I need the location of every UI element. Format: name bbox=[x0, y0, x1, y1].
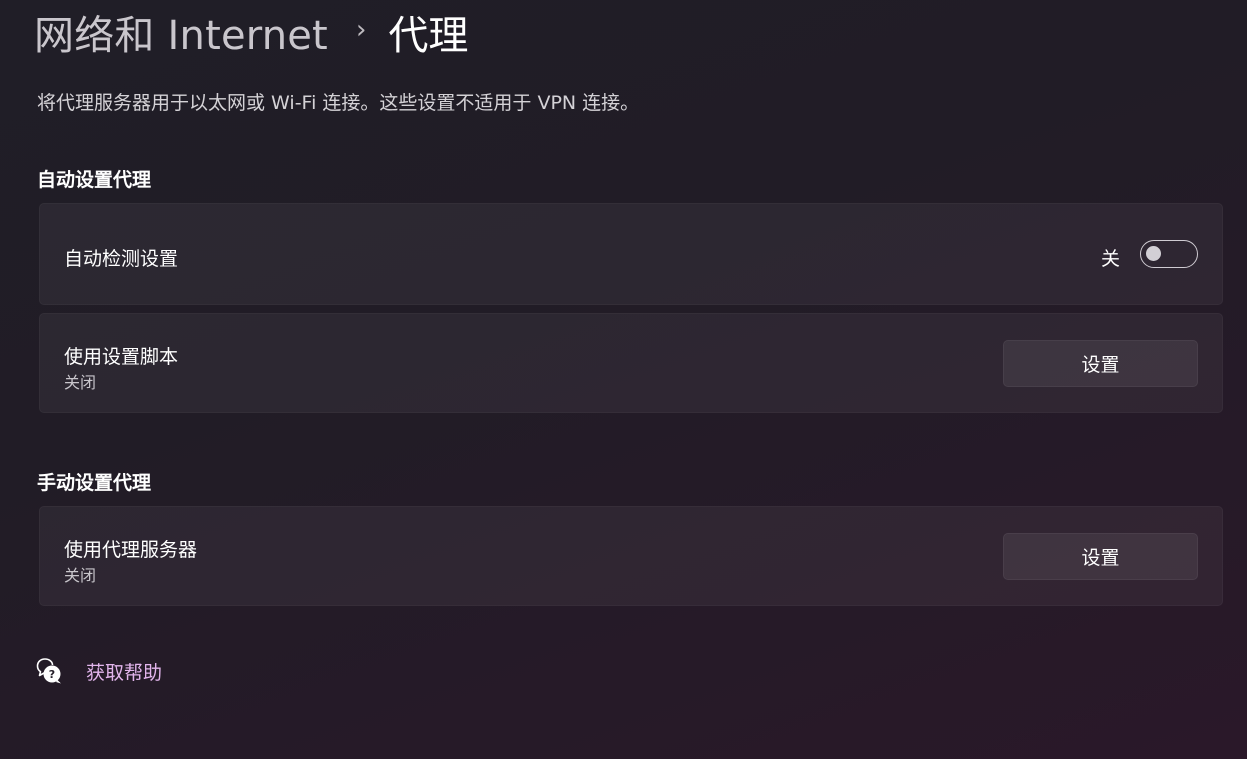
setup-script-label: 使用设置脚本 bbox=[64, 346, 179, 368]
proxy-server-settings-button[interactable]: 设置 bbox=[1003, 533, 1198, 580]
svg-text:?: ? bbox=[49, 668, 55, 681]
proxy-server-card: 使用代理服务器 关闭 设置 bbox=[39, 506, 1223, 606]
page-description: 将代理服务器用于以太网或 Wi-Fi 连接。这些设置不适用于 VPN 连接。 bbox=[37, 92, 640, 114]
setup-script-settings-button[interactable]: 设置 bbox=[1003, 340, 1198, 387]
auto-detect-toggle[interactable] bbox=[1140, 240, 1198, 268]
get-help-label[interactable]: 获取帮助 bbox=[86, 658, 162, 685]
breadcrumb: 网络和 Internet › 代理 bbox=[34, 4, 468, 60]
auto-detect-settings-card: 自动检测设置 关 bbox=[39, 203, 1223, 305]
help-chat-icon: ? bbox=[36, 656, 64, 686]
setup-script-status: 关闭 bbox=[64, 373, 97, 392]
auto-detect-settings-label: 自动检测设置 bbox=[64, 248, 179, 270]
auto-detect-toggle-state: 关 bbox=[1100, 248, 1120, 270]
section-title-manual-proxy: 手动设置代理 bbox=[37, 472, 152, 494]
section-title-auto-proxy: 自动设置代理 bbox=[37, 169, 152, 191]
proxy-server-label: 使用代理服务器 bbox=[64, 539, 198, 561]
toggle-knob bbox=[1146, 246, 1161, 261]
proxy-server-status: 关闭 bbox=[64, 566, 97, 585]
setup-script-card: 使用设置脚本 关闭 设置 bbox=[39, 313, 1223, 413]
page-title: 代理 bbox=[388, 13, 469, 59]
breadcrumb-chevron-icon: › bbox=[355, 15, 367, 45]
get-help-link[interactable]: ? 获取帮助 bbox=[36, 656, 162, 686]
breadcrumb-network-internet[interactable]: 网络和 Internet bbox=[34, 3, 328, 61]
